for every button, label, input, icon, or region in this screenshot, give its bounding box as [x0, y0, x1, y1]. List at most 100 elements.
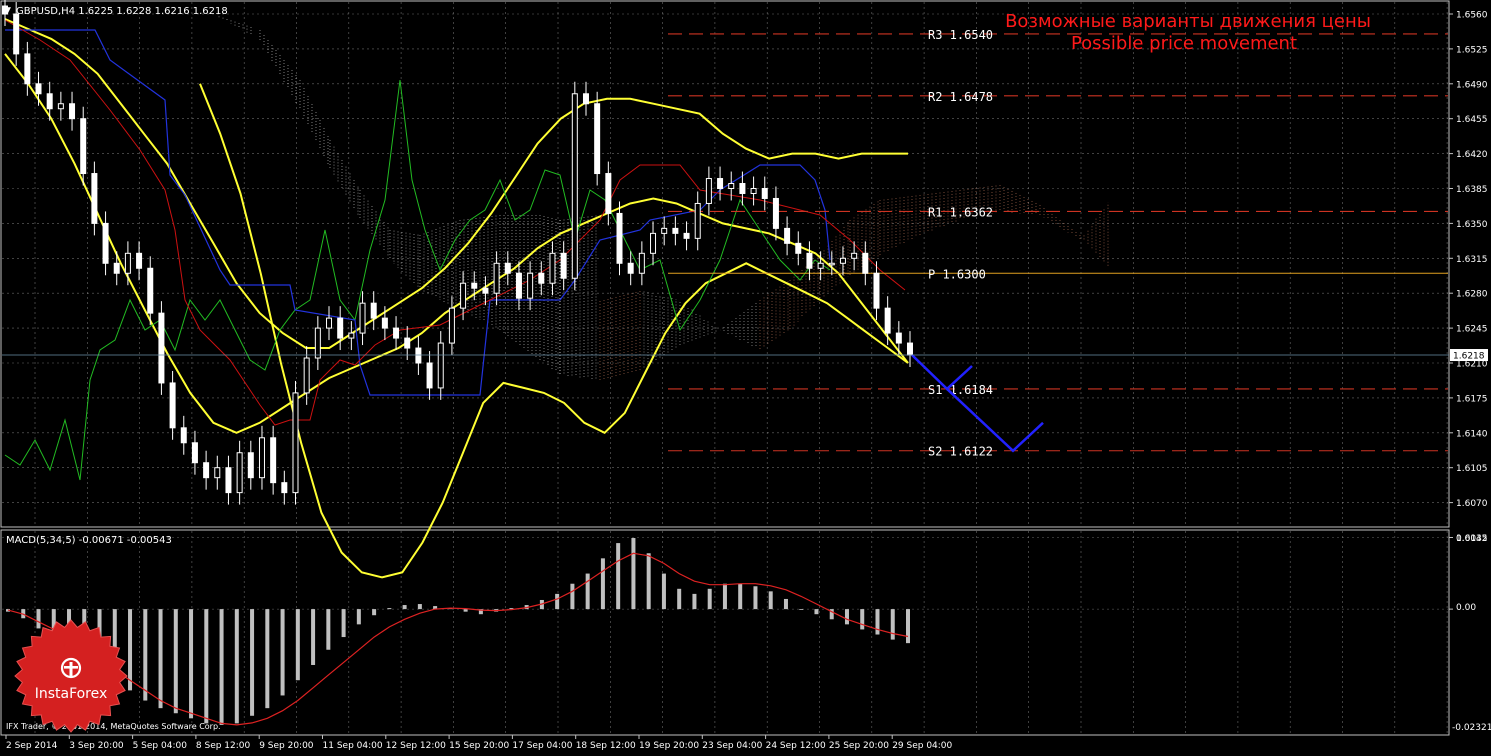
candle-up: [493, 262, 500, 294]
copyright-text: IFX Trader, © 2001-2014, MetaQuotes Soft…: [6, 722, 221, 731]
level-label-s1: S1 1.6184: [928, 383, 993, 397]
macd-pane: [6, 538, 1453, 726]
candle-down: [683, 232, 690, 239]
price-tick-label: 1.6350: [1456, 220, 1488, 230]
time-tick-label: 19 Sep 20:00: [639, 741, 699, 751]
macd-histogram-bar: [799, 609, 804, 610]
macd-histogram-bar: [707, 588, 712, 610]
macd-histogram-bar: [860, 609, 865, 630]
time-tick-label: 3 Sep 20:00: [69, 741, 124, 751]
macd-histogram-bar: [311, 609, 316, 665]
candle-down: [13, 13, 20, 55]
candle-down: [136, 252, 143, 269]
candle-down: [281, 482, 288, 494]
candle-up: [694, 202, 701, 239]
macd-histogram-bar: [234, 609, 239, 724]
candle-down: [806, 252, 813, 269]
candle-down: [627, 262, 634, 274]
candle-up: [303, 357, 310, 394]
macd-histogram-bar: [265, 609, 270, 709]
indicator-lines: [4, 18, 909, 579]
time-tick-label: 8 Sep 12:00: [196, 741, 251, 751]
candle-down: [504, 262, 511, 274]
candle-down: [582, 93, 589, 105]
level-label-p: P 1.6300: [928, 267, 986, 281]
candle-down: [158, 312, 165, 384]
bollinger-upper-line: [4, 18, 908, 349]
macd-histogram-bar: [341, 609, 346, 638]
candle-down: [35, 83, 42, 95]
macd-histogram-bar: [844, 609, 849, 625]
macd-histogram-bar: [692, 593, 697, 610]
candle-down: [907, 342, 913, 356]
time-tick-label: 15 Sep 20:00: [449, 741, 509, 751]
candle-up: [292, 392, 299, 494]
time-tick-label: 17 Sep 04:00: [512, 741, 572, 751]
price-tick-label: 1.6560: [1456, 11, 1488, 21]
grid-layer: [2, 2, 1448, 734]
macd-histogram-bar: [204, 609, 209, 724]
macd-histogram-bar: [356, 609, 361, 625]
macd-histogram-bar: [753, 586, 758, 610]
price-tick-label: 1.6280: [1456, 290, 1488, 300]
macd-histogram-bar: [677, 588, 682, 610]
candle-down: [247, 452, 254, 479]
candle-down: [717, 178, 724, 189]
macd-histogram-bar: [616, 543, 621, 610]
price-tick-label: 1.6140: [1456, 429, 1488, 439]
bollinger-lower-line: [199, 83, 909, 579]
time-tick-label: 9 Sep 20:00: [259, 741, 314, 751]
macd-histogram-bar: [570, 583, 575, 610]
candle-down: [203, 462, 210, 479]
main-pane-frame: [0, 0, 1450, 528]
time-axis: 2 Sep 2014 3 Sep 20:00 5 Sep 04:00 8 Sep 12…: [5, 735, 953, 751]
macd-histogram-bar: [875, 609, 880, 635]
chart-menu-icon[interactable]: ▼: [4, 6, 11, 16]
candle-down: [69, 103, 76, 120]
macd-tick-zero: 0.00: [1456, 603, 1476, 613]
chart-window: R3 1.6540 R2 1.6478 R1 1.6362 P 1.6300 S1 1.…: [0, 0, 1491, 752]
candle-down: [370, 302, 377, 319]
macd-histogram-bar: [722, 583, 727, 610]
candle-down: [393, 327, 400, 339]
candle-down: [225, 467, 232, 494]
candle-down: [337, 317, 344, 339]
price-tick-label: 1.6490: [1456, 80, 1488, 90]
candle-up: [728, 183, 735, 189]
macd-signal-line: [7, 552, 909, 726]
candle-up: [57, 103, 64, 110]
candle-down: [482, 287, 489, 294]
candle-down: [560, 252, 567, 279]
candle-up: [124, 252, 131, 274]
chart-svg: R3 1.6540 R2 1.6478 R1 1.6362 P 1.6300 S1 1.…: [0, 0, 1491, 751]
candle-down: [24, 53, 31, 85]
candle-down: [91, 173, 98, 224]
macd-histogram-bar: [295, 609, 300, 681]
macd-histogram-bar: [600, 558, 605, 610]
candle-down: [895, 332, 902, 344]
time-tick-label: 24 Sep 12:00: [766, 741, 826, 751]
time-tick-label: 18 Sep 12:00: [576, 741, 636, 751]
macd-histogram-bar: [906, 609, 910, 644]
price-tick-label: 1.6385: [1456, 185, 1488, 195]
candle-up: [437, 342, 444, 389]
candle-down: [795, 242, 802, 254]
candle-down: [538, 272, 545, 284]
candle-down: [169, 382, 176, 429]
candle-up: [214, 467, 221, 479]
macd-histogram-bar: [158, 609, 163, 709]
forecast-path: [911, 354, 1044, 453]
macd-histogram-bar: [783, 598, 788, 610]
title-en: Possible price movement: [1071, 33, 1297, 54]
macd-pane-frame: [0, 529, 1450, 736]
macd-label: MACD(5,34,5) -0.00671 -0.00543: [6, 535, 172, 546]
candle-down: [404, 337, 411, 349]
candle-down: [772, 197, 779, 229]
macd-histogram-bar: [372, 609, 377, 616]
macd-tick-top: 0.0142: [1456, 534, 1488, 544]
macd-histogram-bar: [326, 609, 331, 650]
candle-down: [381, 317, 388, 329]
macd-histogram-bar: [128, 609, 133, 691]
candle-up: [236, 452, 243, 494]
candle-up: [460, 282, 467, 309]
